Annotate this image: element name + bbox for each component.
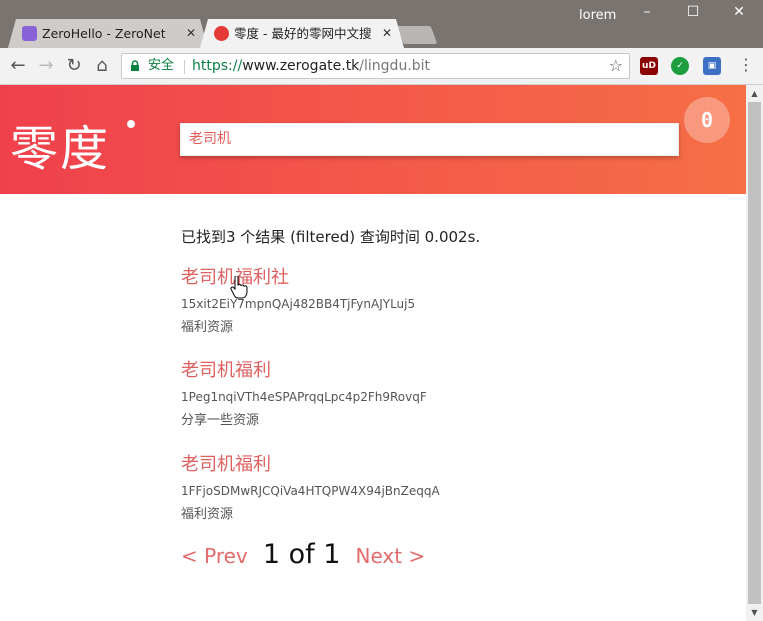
close-window-button[interactable]: ✕: [724, 4, 754, 20]
url-path: /lingdu.bit: [359, 58, 431, 74]
prev-page-link[interactable]: < Prev: [181, 544, 248, 568]
scroll-down-arrow-icon[interactable]: ▼: [746, 604, 763, 621]
result-item: 老司机福利社 15xit2EiY7mpnQAj482BB4TjFynAJYLuj…: [181, 263, 415, 335]
tab-title: ZeroHello - ZeroNet: [42, 26, 166, 41]
zerohello-favicon-icon: [22, 26, 37, 41]
site-logo[interactable]: 零度: [10, 109, 110, 179]
result-description: 福利资源: [181, 320, 234, 335]
omnibox-divider: [184, 60, 185, 74]
result-description: 福利资源: [181, 507, 234, 522]
home-button[interactable]: ⌂: [90, 54, 114, 78]
result-item: 老司机福利 1Peg1nqiVTh4eSPAPrqqLpc4p2Fh9RovqF…: [181, 356, 427, 428]
hand-cursor-icon: [230, 276, 248, 299]
next-page-link[interactable]: Next >: [355, 544, 425, 568]
tab-close-icon[interactable]: ✕: [186, 19, 196, 48]
url-text[interactable]: https://www.zerogate.tk/lingdu.bit: [192, 54, 430, 78]
tab-close-icon[interactable]: ✕: [382, 19, 392, 48]
peer-count-badge[interactable]: 0: [684, 97, 730, 143]
maximize-button[interactable]: ☐: [678, 4, 708, 20]
tab-title: 零度 - 最好的零网中文搜: [234, 26, 372, 41]
url-scheme: https://: [192, 58, 243, 74]
browser-toolbar: ← → ↻ ⌂ 安全 https://www.zerogate.tk/lingd…: [0, 48, 763, 85]
result-item: 老司机福利 1FFjoSDMwRJCQiVa4HTQPW4X94jBnZeqqA…: [181, 450, 440, 522]
result-address: 15xit2EiY7mpnQAj482BB4TjFynAJYLuj5: [181, 297, 416, 311]
tab-zerohello[interactable]: ZeroHello - ZeroNet ✕: [8, 19, 208, 48]
ublock-extension-icon[interactable]: uD: [640, 57, 658, 75]
page-indicator: 1 of 1: [262, 539, 341, 570]
back-button[interactable]: ←: [6, 54, 30, 78]
result-title-link[interactable]: 老司机福利: [181, 356, 427, 382]
page-viewport: 零度 老司机 0 已找到3 个结果 (filtered) 查询时间 0.002s…: [0, 85, 746, 621]
lingdu-favicon-icon: [214, 26, 229, 41]
address-bar[interactable]: 安全 https://www.zerogate.tk/lingdu.bit ☆: [121, 53, 630, 79]
search-input[interactable]: 老司机: [180, 123, 679, 156]
bookmark-star-icon[interactable]: ☆: [609, 54, 623, 78]
site-header: 零度 老司机 0: [0, 85, 746, 194]
forward-button[interactable]: →: [34, 54, 58, 78]
reload-button[interactable]: ↻: [62, 54, 86, 78]
pagination: < Prev 1 of 1 Next >: [181, 539, 425, 570]
secure-label: 安全: [148, 58, 175, 73]
url-host: www.zerogate.tk: [242, 58, 360, 74]
scroll-thumb[interactable]: [748, 102, 761, 604]
result-description: 分享一些资源: [181, 413, 260, 428]
minimize-button[interactable]: –: [632, 4, 662, 20]
browser-title-bar: ZeroHello - ZeroNet ✕ 零度 - 最好的零网中文搜 ✕ lo…: [0, 0, 763, 48]
result-address: 1Peg1nqiVTh4eSPAPrqqLpc4p2Fh9RovqF: [181, 390, 427, 404]
result-address: 1FFjoSDMwRJCQiVa4HTQPW4X94jBnZeqqA: [181, 484, 440, 498]
save-extension-icon[interactable]: ▣: [703, 57, 721, 75]
new-tab-button[interactable]: [396, 26, 438, 44]
tab-lingdu[interactable]: 零度 - 最好的零网中文搜 ✕: [200, 19, 404, 48]
profile-name[interactable]: lorem: [579, 8, 616, 23]
shield-extension-icon[interactable]: ✓: [671, 57, 689, 75]
chrome-menu-icon[interactable]: ⋮: [738, 55, 754, 74]
result-title-link[interactable]: 老司机福利: [181, 450, 440, 476]
logo-dot: [127, 120, 135, 128]
vertical-scrollbar[interactable]: ▲ ▼: [746, 85, 763, 621]
results-summary: 已找到3 个结果 (filtered) 查询时间 0.002s.: [181, 228, 481, 246]
result-title-link[interactable]: 老司机福利社: [181, 263, 415, 289]
scroll-up-arrow-icon[interactable]: ▲: [746, 85, 763, 102]
lock-icon: [131, 60, 139, 71]
